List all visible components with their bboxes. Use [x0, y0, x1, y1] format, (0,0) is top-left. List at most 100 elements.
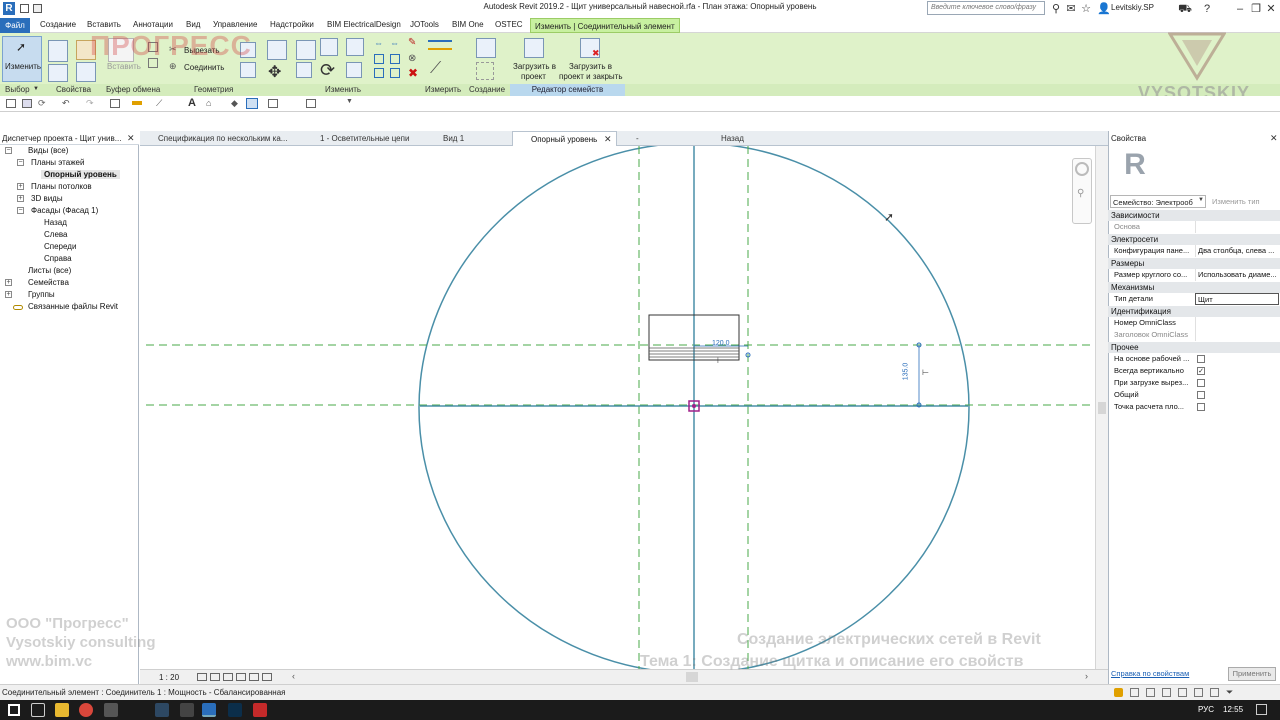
lock-small-icon-2[interactable]: ⊢ [922, 368, 929, 377]
switch-windows-icon[interactable] [306, 99, 316, 108]
notifications-icon[interactable] [1256, 704, 1267, 715]
prop-part-type-value[interactable]: Щит [1195, 293, 1279, 305]
thin-lines-icon[interactable] [246, 98, 258, 109]
tab-annotate[interactable]: Аннотации [133, 20, 173, 29]
recorder-icon[interactable] [253, 703, 267, 717]
load-into-project-label-2[interactable]: проект [521, 72, 546, 81]
properties-icon[interactable] [48, 40, 68, 62]
section-icon[interactable]: ◆ [231, 98, 238, 109]
vertical-scrollbar[interactable] [1095, 146, 1108, 669]
tree-views[interactable]: Виды (все) [28, 146, 68, 155]
crop-icon[interactable] [249, 673, 259, 681]
scrollbar-thumb[interactable] [1098, 402, 1106, 414]
tab-insert[interactable]: Вставить [87, 20, 121, 29]
rotate-icon[interactable]: ⟳ [320, 60, 335, 81]
copy-element-icon[interactable] [296, 62, 312, 78]
prop-shared-checkbox[interactable] [1197, 391, 1205, 399]
revit-logo-icon[interactable]: R [3, 2, 15, 15]
tab-ref-level[interactable]: Опорный уровень [512, 131, 617, 146]
prop-omni-number-value[interactable] [1195, 317, 1279, 329]
prop-work-plane-checkbox[interactable] [1197, 355, 1205, 363]
tab-jotools[interactable]: JOTools [410, 20, 439, 29]
align-icon[interactable] [320, 38, 338, 56]
project-browser-close-icon[interactable]: ✕ [127, 133, 135, 144]
prop-panel-config-value[interactable]: Два столбца, слева ... [1195, 245, 1279, 257]
user-name[interactable]: Levitskiy.SP [1111, 3, 1154, 12]
chrome-icon[interactable] [79, 703, 93, 717]
join-icon[interactable]: ⊕ [169, 61, 177, 72]
scale-icon[interactable]: ⇔ [390, 38, 399, 48]
tree-ref-level[interactable]: Опорный уровень [41, 170, 120, 179]
edit-type-button[interactable]: Изменить тип [1210, 195, 1278, 208]
cat-other[interactable]: Прочее [1108, 342, 1280, 353]
measure-icon[interactable] [428, 40, 452, 50]
explorer-icon[interactable] [55, 703, 69, 717]
paint-icon[interactable] [296, 40, 316, 60]
unpin-icon[interactable]: ⊗ [408, 53, 416, 64]
tab-back[interactable]: Назад [703, 131, 803, 146]
tree-elev-back[interactable]: Назад [44, 218, 67, 227]
families-expand-icon[interactable]: + [5, 279, 12, 286]
sun-path-icon[interactable] [223, 673, 233, 681]
prop-calc-point-checkbox[interactable] [1197, 403, 1205, 411]
dimension-icon[interactable]: ⟋ [430, 60, 441, 78]
drawing-svg[interactable] [140, 146, 1095, 669]
floor-plans-collapse-icon[interactable]: − [17, 159, 24, 166]
ceiling-plans-expand-icon[interactable]: + [17, 183, 24, 190]
join-label[interactable]: Соединить [184, 63, 224, 72]
3d-view-icon[interactable]: ⌂ [206, 98, 211, 108]
visual-style-icon[interactable] [210, 673, 220, 681]
load-into-project-label-1[interactable]: Загрузить в [513, 62, 556, 71]
pin-icon[interactable]: ✎ [408, 37, 416, 48]
trim-extend-icon[interactable] [390, 68, 400, 78]
detail-level-icon[interactable] [197, 673, 207, 681]
open-icon[interactable] [6, 99, 16, 108]
favorites-star-icon[interactable]: ☆ [1079, 2, 1093, 16]
match-type-icon[interactable] [76, 62, 96, 82]
dimension-135[interactable]: 135.0 [902, 363, 909, 381]
tray-language[interactable]: РУС [1198, 705, 1214, 714]
drag-elements-icon[interactable] [1210, 688, 1219, 697]
measure-qat-icon[interactable] [132, 101, 142, 105]
sync-icon[interactable]: ⟳ [38, 98, 46, 109]
create-group-icon[interactable] [476, 62, 494, 80]
tab-view[interactable]: Вид [186, 20, 200, 29]
tab-manage[interactable]: Управление [213, 20, 257, 29]
split-icon[interactable] [390, 54, 400, 64]
tree-families[interactable]: Семейства [28, 278, 69, 287]
windows-start-icon[interactable] [8, 704, 20, 716]
undo-icon[interactable]: ↶ [62, 98, 70, 109]
type-properties-icon[interactable] [48, 64, 68, 82]
prop-cut-on-load-checkbox[interactable] [1197, 379, 1205, 387]
3d-views-expand-icon[interactable]: + [17, 195, 24, 202]
load-into-project-icon[interactable] [524, 38, 544, 58]
text-icon[interactable]: A [188, 97, 196, 109]
tab-view-1[interactable]: Вид 1 [425, 131, 510, 146]
cat-mechanical[interactable]: Механизмы [1108, 282, 1280, 293]
properties-help-link[interactable]: Справка по свойствам [1111, 669, 1189, 678]
select-underlay-icon[interactable] [1162, 688, 1171, 697]
elevations-collapse-icon[interactable]: − [17, 207, 24, 214]
select-by-face-icon[interactable] [1194, 688, 1203, 697]
save-icon[interactable] [22, 99, 32, 108]
task-view-icon[interactable] [31, 703, 45, 717]
drawing-canvas[interactable]: 120.0 135.0 ⊢ ⊢ ➚ ⚲ [140, 146, 1095, 669]
tray-clock[interactable]: 12:55 [1223, 705, 1243, 714]
search-input[interactable]: Введите ключевое слово/фразу [927, 1, 1045, 15]
tree-ceiling-plans[interactable]: Планы потолков [31, 182, 92, 191]
wall-joins-icon[interactable] [267, 40, 287, 60]
revit-taskbar-icon[interactable] [202, 703, 216, 717]
filter-icon[interactable]: ⏷ [1226, 687, 1233, 698]
quick-open-icon[interactable] [33, 4, 42, 13]
lightroom-icon[interactable] [155, 703, 169, 717]
close-icon[interactable]: ✕ [1264, 2, 1278, 16]
scale-label[interactable]: 1 : 20 [159, 673, 179, 682]
tab-modify-connector[interactable]: Изменить | Соединительный элемент [530, 18, 680, 33]
create-similar-icon[interactable] [476, 38, 496, 58]
prop-round-size-value[interactable]: Использовать диаме... [1195, 269, 1279, 281]
hide-isolate-icon[interactable] [262, 673, 272, 681]
mirror-icon[interactable] [346, 38, 364, 56]
tree-groups[interactable]: Группы [28, 290, 55, 299]
restore-icon[interactable]: ❐ [1249, 2, 1263, 16]
tab-blank[interactable]: - [618, 131, 702, 146]
